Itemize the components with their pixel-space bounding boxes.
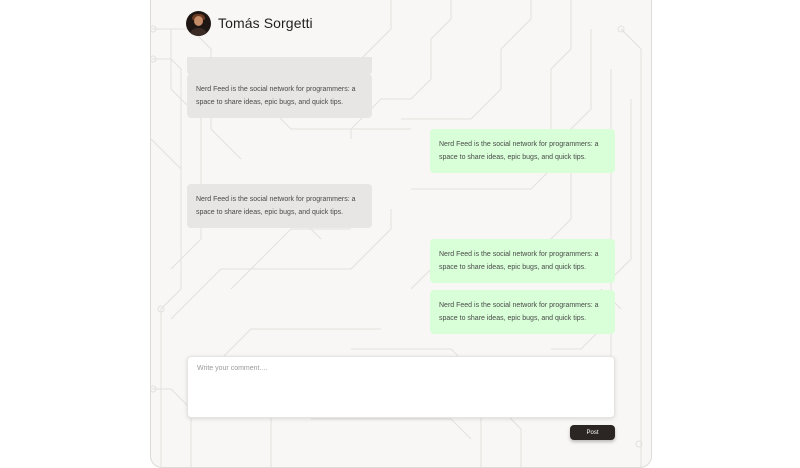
- user-avatar-icon[interactable]: [186, 10, 211, 36]
- message-bubble-outgoing: Nerd Feed is the social network for prog…: [430, 239, 615, 283]
- chat-header: Tomás Sorgetti: [186, 10, 313, 36]
- message-bubble-incoming: Nerd Feed is the social network for prog…: [187, 74, 372, 118]
- chat-panel: Tomás Sorgetti Nerd Feed is the social n…: [150, 0, 652, 468]
- post-button[interactable]: Post: [570, 425, 615, 440]
- comment-input[interactable]: [187, 356, 615, 418]
- message-bubble-outgoing: Nerd Feed is the social network for prog…: [430, 129, 615, 173]
- message-bubble-outgoing: Nerd Feed is the social network for prog…: [430, 290, 615, 334]
- message-bubble-incoming: Nerd Feed is the social network for prog…: [187, 184, 372, 228]
- message-bubble-partial: [187, 57, 372, 75]
- username: Tomás Sorgetti: [218, 15, 313, 31]
